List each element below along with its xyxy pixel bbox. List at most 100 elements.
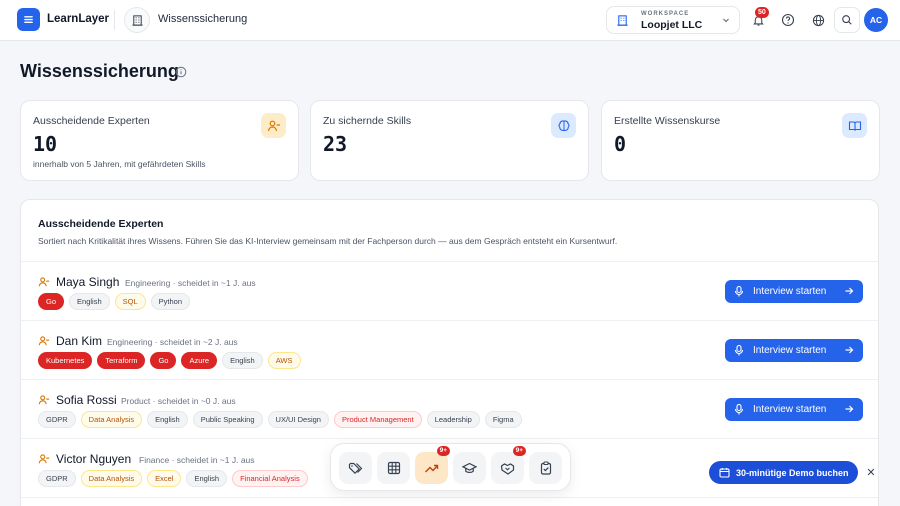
book-open-icon bbox=[848, 120, 861, 131]
microphone-icon bbox=[734, 404, 744, 415]
kpi-icon-wrap bbox=[551, 113, 576, 138]
workspace-building-icon bbox=[617, 15, 628, 26]
skill-tag: Public Speaking bbox=[192, 411, 263, 428]
kpi-label: Erstellte Wissenskurse bbox=[614, 115, 721, 127]
skill-tags: GDPR Data Analysis English Public Speaking U… bbox=[38, 411, 522, 428]
chevron-down-icon bbox=[723, 18, 729, 23]
skill-tag: Data Analysis bbox=[80, 470, 143, 487]
language-button[interactable] bbox=[806, 8, 830, 32]
user-avatar[interactable]: AC bbox=[864, 8, 888, 32]
panel-description: Sortiert nach Kritikalität ihres Wissens… bbox=[38, 236, 618, 246]
organization-button[interactable] bbox=[124, 7, 150, 33]
button-label: Interview starten bbox=[753, 404, 827, 415]
dock-button-courses[interactable] bbox=[453, 452, 486, 484]
kpi-card-leaving-experts: Ausscheidende Experten 10 innerhalb von … bbox=[20, 100, 299, 181]
dock-button-grid[interactable] bbox=[377, 452, 410, 484]
workspace-value: Loopjet LLC bbox=[641, 19, 703, 31]
skill-tag: Terraform bbox=[97, 352, 146, 369]
skill-tag: Product Management bbox=[333, 411, 422, 428]
dock-button-tags[interactable] bbox=[339, 452, 372, 484]
expert-row: Dan Kim Engineering · scheidet in ~2 J. … bbox=[21, 321, 878, 380]
expert-name: Dan Kim bbox=[56, 334, 103, 348]
top-bar: LearnLayer Wissenssicherung WORKSPACE Lo… bbox=[0, 0, 900, 41]
building-icon bbox=[131, 14, 143, 26]
kpi-label: Zu sichernde Skills bbox=[323, 115, 412, 127]
kpi-icon-wrap bbox=[842, 113, 867, 138]
skill-tag: Financial Analysis bbox=[232, 470, 308, 487]
workspace-selector[interactable]: WORKSPACE Loopjet LLC bbox=[606, 6, 740, 34]
skill-tag: English bbox=[69, 293, 110, 310]
kpi-card-skills: Zu sichernde Skills 23 bbox=[310, 100, 589, 181]
brand-name: LearnLayer bbox=[47, 13, 110, 25]
expert-name: Maya Singh bbox=[56, 275, 120, 289]
kpi-card-courses: Erstellte Wissenskurse 0 bbox=[601, 100, 880, 181]
skill-tags: Go English SQL Python bbox=[38, 293, 190, 310]
start-interview-button[interactable]: Interview starten bbox=[725, 280, 863, 303]
microphone-icon bbox=[734, 345, 744, 356]
notifications-badge: 50 bbox=[755, 7, 769, 18]
search-button[interactable] bbox=[834, 7, 860, 33]
dock-button-trending[interactable]: 9+ bbox=[415, 446, 450, 484]
handshake-icon bbox=[500, 462, 515, 475]
expert-meta: Finance · scheidet in ~1 J. aus bbox=[139, 455, 255, 465]
expert-name: Sofia Rossi bbox=[56, 393, 117, 407]
dock-button-clipboard[interactable] bbox=[529, 452, 562, 484]
skill-tag: English bbox=[186, 470, 228, 487]
book-demo-button[interactable]: 30-minütige Demo buchen bbox=[709, 461, 858, 484]
arrow-right-icon bbox=[845, 287, 854, 295]
user-minus-icon bbox=[267, 120, 280, 131]
button-label: Interview starten bbox=[753, 286, 827, 297]
graduation-cap-icon bbox=[462, 462, 477, 473]
skill-tag: Python bbox=[150, 293, 190, 310]
tags-icon bbox=[348, 462, 363, 474]
kpi-value: 23 bbox=[323, 132, 348, 156]
calendar-clock-icon bbox=[719, 468, 730, 478]
kpi-label: Ausscheidende Experten bbox=[33, 115, 150, 127]
menu-icon bbox=[24, 16, 33, 23]
arrow-right-icon bbox=[845, 405, 854, 413]
dock-badge: 9+ bbox=[512, 446, 526, 456]
expert-meta: Engineering · scheidet in ~2 J. aus bbox=[107, 337, 238, 347]
button-label: Interview starten bbox=[753, 345, 827, 356]
arrow-right-icon bbox=[845, 346, 854, 354]
help-button[interactable] bbox=[776, 8, 800, 32]
menu-logo-button[interactable] bbox=[17, 8, 40, 31]
skill-tag: Go bbox=[150, 352, 177, 369]
skill-tag: Kubernetes bbox=[38, 352, 93, 369]
skill-tags: GDPR Data Analysis Excel English Financial A… bbox=[38, 470, 308, 487]
expert-row: Sofia Rossi Product · scheidet in ~0 J. … bbox=[21, 380, 878, 439]
skill-tag: UX/UI Design bbox=[267, 411, 329, 428]
skill-tag: AWS bbox=[267, 352, 301, 369]
start-interview-button[interactable]: Interview starten bbox=[725, 339, 863, 362]
skill-tag: English bbox=[222, 352, 263, 369]
skill-tag: GDPR bbox=[38, 470, 76, 487]
panel-title: Ausscheidende Experten bbox=[38, 218, 164, 230]
trending-up-icon bbox=[425, 464, 439, 472]
dock-badge: 9+ bbox=[436, 446, 450, 456]
skill-tags: Kubernetes Terraform Go Azure English AWS bbox=[38, 352, 301, 369]
kpi-icon-wrap bbox=[261, 113, 286, 138]
search-icon bbox=[842, 15, 852, 25]
info-icon[interactable] bbox=[175, 66, 187, 78]
kpi-value: 0 bbox=[614, 132, 627, 156]
breadcrumb: Wissenssicherung bbox=[158, 13, 248, 25]
skill-tag: Figma bbox=[484, 411, 522, 428]
user-minus-icon bbox=[38, 336, 50, 346]
user-minus-icon bbox=[38, 454, 50, 464]
close-demo-button[interactable]: ✕ bbox=[862, 463, 880, 481]
skill-tag: Data Analysis bbox=[80, 411, 143, 428]
demo-label: 30-minütige Demo buchen bbox=[736, 468, 849, 478]
help-circle-icon bbox=[781, 13, 795, 27]
user-minus-icon bbox=[38, 395, 50, 405]
expert-meta: Engineering · scheidet in ~1 J. aus bbox=[125, 278, 256, 288]
brain-icon bbox=[557, 119, 570, 131]
dock-button-handshake[interactable]: 9+ bbox=[491, 446, 526, 484]
page-title: Wissenssicherung bbox=[20, 61, 179, 81]
grid-icon bbox=[387, 461, 400, 475]
kpi-subtext: innerhalb von 5 Jahren, mit gefährdeten … bbox=[33, 159, 206, 169]
skill-tag: English bbox=[147, 411, 188, 428]
workspace-label: WORKSPACE bbox=[641, 11, 690, 17]
microphone-icon bbox=[734, 286, 744, 297]
start-interview-button[interactable]: Interview starten bbox=[725, 398, 863, 421]
skill-tag: GDPR bbox=[38, 411, 76, 428]
